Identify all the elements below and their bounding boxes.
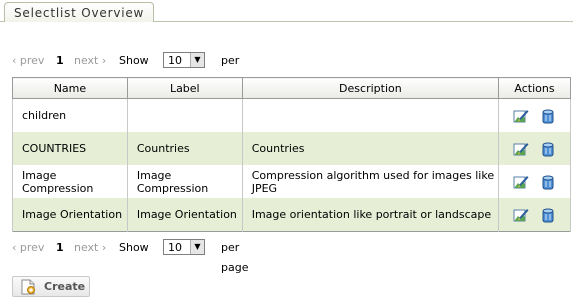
- cell-description: Compression algorithm used for images li…: [241, 165, 500, 198]
- table-row: COUNTRIES Countries Countries: [12, 132, 571, 165]
- pager-current-page[interactable]: 1: [56, 51, 64, 71]
- cell-name[interactable]: Image Compression: [12, 165, 128, 198]
- column-header-name[interactable]: Name: [12, 77, 128, 99]
- table-header-row: Name Label Description Actions: [12, 77, 571, 99]
- column-header-label[interactable]: Label: [126, 77, 243, 99]
- delete-icon[interactable]: [540, 108, 556, 124]
- tab-strip: Selectlist Overview: [0, 0, 573, 22]
- cell-name[interactable]: COUNTRIES: [12, 132, 128, 165]
- edit-icon[interactable]: [513, 207, 529, 223]
- pager-next-link[interactable]: next ›: [74, 238, 114, 258]
- cell-actions: [498, 132, 571, 165]
- pager-current-page[interactable]: 1: [56, 238, 64, 258]
- pager-show-label: Show: [119, 54, 149, 67]
- cell-actions: [498, 198, 571, 232]
- tab-selectlist-overview[interactable]: Selectlist Overview: [4, 2, 155, 22]
- pager-per-page-label: per page: [221, 241, 249, 274]
- cell-description: [241, 98, 500, 132]
- delete-icon[interactable]: [540, 174, 556, 190]
- cell-label: Image Compression: [126, 165, 243, 198]
- column-header-actions: Actions: [498, 77, 571, 99]
- table-row: Image Compression Image Compression Comp…: [12, 165, 571, 198]
- per-page-value: 10: [168, 54, 182, 67]
- cell-description: Image orientation like portrait or lands…: [241, 198, 500, 232]
- create-button[interactable]: Create: [12, 276, 90, 297]
- cell-label: Countries: [126, 132, 243, 165]
- create-icon: [21, 279, 35, 295]
- dropdown-arrow-icon[interactable]: ▼: [190, 53, 204, 67]
- per-page-select[interactable]: 10 ▼: [163, 52, 205, 68]
- create-button-label: Create: [44, 280, 86, 293]
- edit-icon[interactable]: [513, 174, 529, 190]
- edit-icon[interactable]: [513, 108, 529, 124]
- cell-actions: [498, 165, 571, 198]
- delete-icon[interactable]: [540, 141, 556, 157]
- table-row: children: [12, 98, 571, 132]
- pager-prev-link[interactable]: ‹ prev: [12, 51, 52, 71]
- selectlist-table: Name Label Description Actions children …: [12, 77, 571, 232]
- delete-icon[interactable]: [540, 207, 556, 223]
- pager-prev-link[interactable]: ‹ prev: [12, 238, 52, 258]
- per-page-select[interactable]: 10 ▼: [163, 239, 205, 255]
- pager-show-label: Show: [119, 241, 149, 254]
- cell-description: Countries: [241, 132, 500, 165]
- dropdown-arrow-icon[interactable]: ▼: [190, 240, 204, 254]
- cell-name[interactable]: Image Orientation: [12, 198, 128, 232]
- edit-icon[interactable]: [513, 141, 529, 157]
- cell-label: [126, 98, 243, 132]
- pager-next-link[interactable]: next ›: [74, 51, 114, 71]
- cell-label: Image Orientation: [126, 198, 243, 232]
- cell-name[interactable]: children: [12, 98, 128, 132]
- per-page-value: 10: [168, 241, 182, 254]
- column-header-description[interactable]: Description: [241, 77, 500, 99]
- cell-actions: [498, 98, 571, 132]
- table-row: Image Orientation Image Orientation Imag…: [12, 198, 571, 232]
